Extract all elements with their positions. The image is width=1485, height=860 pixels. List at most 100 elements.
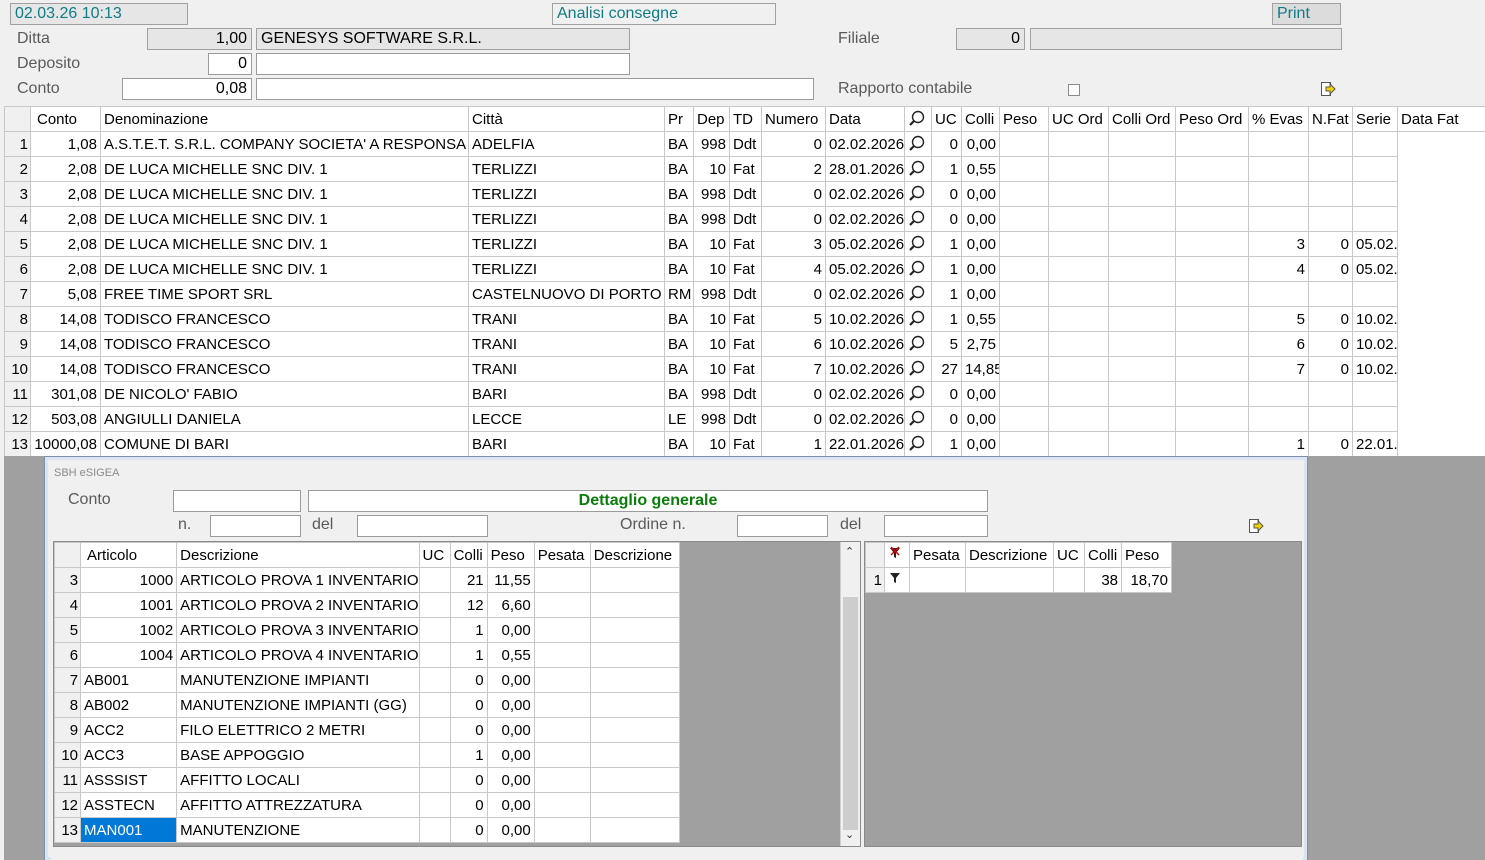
- col-header-descrizione[interactable]: Descrizione: [589, 542, 681, 568]
- row-search-icon[interactable]: [904, 331, 932, 357]
- col-header-peso[interactable]: Peso: [1121, 542, 1172, 568]
- col-header-n-fat[interactable]: N.Fat: [1308, 106, 1353, 132]
- col-header-articolo[interactable]: Articolo: [80, 542, 178, 568]
- col-header-conto[interactable]: Conto: [30, 106, 101, 132]
- table-cell: [589, 667, 681, 693]
- dialog-export-icon[interactable]: [1248, 518, 1264, 534]
- col-header-data[interactable]: Data: [825, 106, 905, 132]
- row-search-icon[interactable]: [904, 231, 932, 257]
- table-row[interactable]: 6 1004 ARTICOLO PROVA 4 INVENTARIO 1 0,55: [54, 642, 681, 668]
- table-cell: 3: [761, 231, 826, 257]
- col-header-uc[interactable]: UC: [418, 542, 451, 568]
- rapporto-contabile-checkbox[interactable]: [1068, 84, 1080, 96]
- table-row[interactable]: 5 1002 ARTICOLO PROVA 3 INVENTARIO 1 0,00: [54, 617, 681, 643]
- col-header-pesata[interactable]: Pesata: [533, 542, 591, 568]
- col-header-uc-ord[interactable]: UC Ord: [1048, 106, 1109, 132]
- table-row[interactable]: 9 14,08 TODISCO FRANCESCO TRANI BA 10 Fat 6 10.0…: [4, 331, 1485, 357]
- table-row[interactable]: 4 1001 ARTICOLO PROVA 2 INVENTARIO 12 6,60: [54, 592, 681, 618]
- col-header-search-icon[interactable]: [904, 106, 932, 132]
- col-header-descrizione[interactable]: Descrizione: [176, 542, 420, 568]
- row-search-icon[interactable]: [904, 406, 932, 432]
- table-row[interactable]: 11 ASSSIST AFFITTO LOCALI 0 0,00: [54, 767, 681, 793]
- table-cell: 0: [761, 131, 826, 157]
- row-search-icon[interactable]: [904, 256, 932, 282]
- table-row[interactable]: 10 14,08 TODISCO FRANCESCO TRANI BA 10 Fat 7 10.…: [4, 356, 1485, 382]
- dialog-n-field[interactable]: [210, 515, 301, 537]
- row-search-icon[interactable]: [904, 356, 932, 382]
- row-search-icon[interactable]: [904, 431, 932, 456]
- col-header-colli-ord[interactable]: Colli Ord: [1108, 106, 1176, 132]
- scroll-up-arrow[interactable]: ⌃: [845, 545, 854, 558]
- col-header-citt-[interactable]: Città: [468, 106, 665, 132]
- scroll-down-arrow[interactable]: ⌄: [845, 828, 854, 841]
- table-row[interactable]: 7 5,08 FREE TIME SPORT SRL CASTELNUOVO DI P…: [4, 281, 1485, 307]
- dialog-ordine-field[interactable]: [737, 515, 828, 537]
- col-header-peso[interactable]: Peso: [999, 106, 1049, 132]
- table-row[interactable]: 4 2,08 DE LUCA MICHELLE SNC DIV. 1 TERLIZZI…: [4, 206, 1485, 232]
- table-row[interactable]: 7 AB001 MANUTENZIONE IMPIANTI 0 0,00: [54, 667, 681, 693]
- col-header-colli[interactable]: Colli: [449, 542, 488, 568]
- row-search-icon[interactable]: [904, 281, 932, 307]
- col-header-data-fat[interactable]: Data Fat: [1397, 106, 1485, 132]
- dialog-del-field[interactable]: [357, 515, 488, 537]
- articles-grid[interactable]: Articolo Descrizione UC Colli Peso Pesata Desc…: [53, 541, 861, 847]
- row-search-icon[interactable]: [904, 181, 932, 207]
- filiale-code-field[interactable]: 0: [956, 28, 1025, 50]
- dialog-conto-field[interactable]: [173, 490, 301, 512]
- col-header-numero[interactable]: Numero: [761, 106, 826, 132]
- table-cell: Fat: [729, 156, 762, 182]
- table-row[interactable]: 3 1000 ARTICOLO PROVA 1 INVENTARIO 21 11,55: [54, 567, 681, 593]
- deposito-name-field[interactable]: [256, 53, 630, 75]
- filter-icon[interactable]: [884, 567, 910, 593]
- col-header-colli[interactable]: Colli: [1084, 542, 1122, 568]
- table-row[interactable]: 1 1,08 A.S.T.E.T. S.R.L. COMPANY SOCIETA' …: [4, 131, 1485, 157]
- table-row[interactable]: 8 14,08 TODISCO FRANCESCO TRANI BA 10 Fat 5 10.0…: [4, 306, 1485, 332]
- col-header-peso-ord[interactable]: Peso Ord: [1175, 106, 1249, 132]
- conto-name-field[interactable]: [256, 78, 814, 100]
- col-header-pesata[interactable]: Pesata: [909, 542, 966, 568]
- col-header-serie[interactable]: Serie: [1352, 106, 1398, 132]
- table-row[interactable]: 5 2,08 DE LUCA MICHELLE SNC DIV. 1 TERLIZZI…: [4, 231, 1485, 257]
- table-row[interactable]: 9 ACC2 FILO ELETTRICO 2 METRI 0 0,00: [54, 717, 681, 743]
- print-button[interactable]: Print: [1272, 3, 1341, 25]
- row-search-icon[interactable]: [904, 306, 932, 332]
- row-search-icon[interactable]: [904, 206, 932, 232]
- table-row[interactable]: 12 503,08 ANGIULLI DANIELA LECCE LE 998 Ddt 0 02…: [4, 406, 1485, 432]
- row-search-icon[interactable]: [904, 156, 932, 182]
- clear-filter-icon[interactable]: [884, 542, 910, 568]
- col-header-dep[interactable]: Dep: [693, 106, 730, 132]
- col-header-peso[interactable]: Peso: [486, 542, 535, 568]
- col-header--evas[interactable]: % Evas: [1248, 106, 1309, 132]
- ditta-code-field[interactable]: 1,00: [147, 28, 252, 50]
- row-search-icon[interactable]: [904, 381, 932, 407]
- col-header-uc[interactable]: UC: [1053, 542, 1085, 568]
- export-icon[interactable]: [1320, 81, 1336, 97]
- col-header-uc[interactable]: UC: [931, 106, 962, 132]
- table-row[interactable]: 8 AB002 MANUTENZIONE IMPIANTI (GG) 0 0,00: [54, 692, 681, 718]
- table-row[interactable]: 6 2,08 DE LUCA MICHELLE SNC DIV. 1 TERLIZZI…: [4, 256, 1485, 282]
- col-header-colli[interactable]: Colli: [961, 106, 1000, 132]
- table-row[interactable]: 13 10000,08 COMUNE DI BARI BARI BA 10 Fat 1 22.0…: [4, 431, 1485, 456]
- col-header-denominazione[interactable]: Denominazione: [100, 106, 469, 132]
- articles-scrollbar[interactable]: ⌃ ⌄: [840, 542, 860, 846]
- table-row[interactable]: 12 ASSTECN AFFITTO ATTREZZATURA 0 0,00: [54, 792, 681, 818]
- table-cell: [589, 717, 681, 743]
- deposito-code-field[interactable]: 0: [208, 53, 252, 75]
- weighing-grid[interactable]: Pesata Descrizione UC Colli Peso 1 38 18,70: [864, 541, 1302, 847]
- main-grid[interactable]: Conto Denominazione Città Pr Dep TD Numero Data…: [4, 106, 1485, 456]
- table-row[interactable]: 1 38 18,70: [865, 567, 1172, 593]
- row-search-icon[interactable]: [904, 131, 932, 157]
- dialog-del2-field[interactable]: [884, 515, 988, 537]
- table-row[interactable]: 13 MAN001 MANUTENZIONE 0 0,00: [54, 817, 681, 843]
- table-row[interactable]: 10 ACC3 BASE APPOGGIO 1 0,00: [54, 742, 681, 768]
- conto-label: Conto: [17, 80, 60, 97]
- scroll-thumb[interactable]: [843, 597, 858, 830]
- conto-code-field[interactable]: 0,08: [122, 78, 252, 100]
- col-header-descrizione[interactable]: Descrizione: [965, 542, 1054, 568]
- table-row[interactable]: 11 301,08 DE NICOLO' FABIO BARI BA 998 Ddt 0 02.…: [4, 381, 1485, 407]
- table-cell: [1108, 406, 1176, 432]
- col-header-td[interactable]: TD: [729, 106, 762, 132]
- table-row[interactable]: 3 2,08 DE LUCA MICHELLE SNC DIV. 1 TERLIZZI…: [4, 181, 1485, 207]
- table-row[interactable]: 2 2,08 DE LUCA MICHELLE SNC DIV. 1 TERLIZZI…: [4, 156, 1485, 182]
- col-header-pr[interactable]: Pr: [664, 106, 694, 132]
